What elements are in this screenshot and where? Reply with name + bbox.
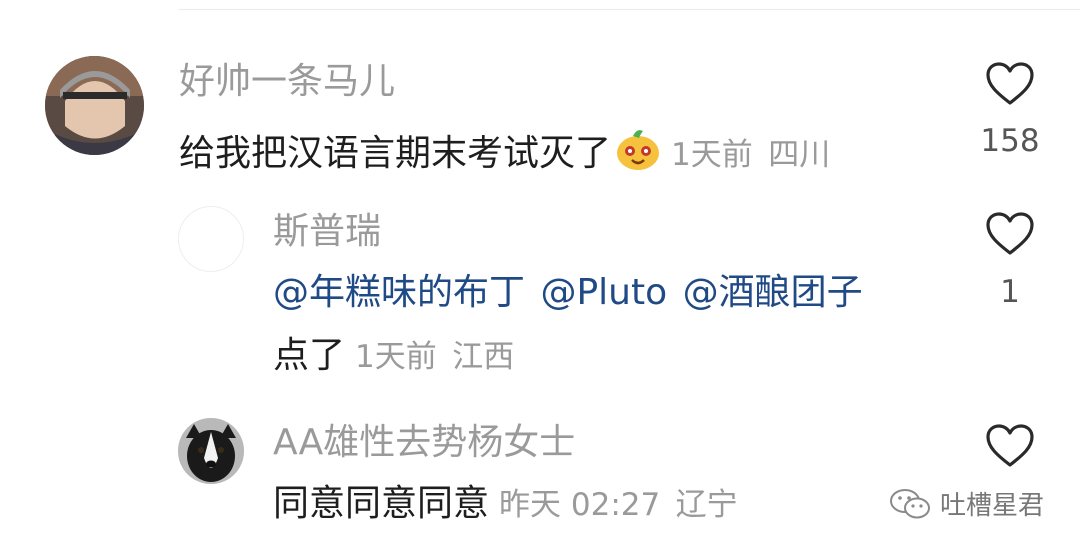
mentions-line: @年糕味的布丁 @Pluto @酒酿团子	[273, 275, 863, 311]
comment-location: 辽宁	[675, 487, 738, 523]
comment-text: 同意同意同意	[273, 483, 490, 524]
divider	[178, 9, 1080, 10]
comment-text: 给我把汉语言期末考试灭了	[179, 133, 612, 174]
comment-location: 江西	[452, 339, 515, 375]
avatar-image	[178, 418, 244, 484]
heart-icon	[986, 62, 1034, 105]
username[interactable]: AA雄性去势杨女士	[273, 425, 575, 461]
comment-text-line: 给我把汉语言期末考试灭了 1天前 四川	[179, 127, 830, 178]
username[interactable]: 好帅一条马儿	[179, 64, 395, 100]
watermark: 吐槽星君	[888, 485, 1044, 522]
mention-link[interactable]: @酒酿团子	[683, 272, 863, 313]
comment-text-line: 点了 1天前 江西	[273, 338, 514, 374]
avatar[interactable]	[178, 206, 244, 272]
comment-location: 四川	[768, 137, 831, 173]
like-button[interactable]	[980, 211, 1040, 257]
like-count: 1	[1000, 274, 1020, 310]
avatar[interactable]	[178, 418, 244, 484]
avatar-image	[45, 56, 144, 155]
heart-icon	[986, 212, 1034, 255]
like-count: 158	[980, 123, 1040, 159]
comment-time: 昨天 02:27	[499, 487, 661, 523]
comment-text: 点了	[273, 335, 346, 376]
like-button[interactable]	[980, 423, 1040, 469]
heart-icon	[986, 424, 1034, 467]
melon-face-emoji	[615, 127, 661, 178]
watermark-text: 吐槽星君	[940, 491, 1045, 521]
wechat-icon	[890, 488, 930, 518]
mention-link[interactable]: @年糕味的布丁	[273, 272, 525, 313]
comment-text-line: 同意同意同意 昨天 02:27 辽宁	[273, 486, 738, 522]
mention-link[interactable]: @Pluto	[540, 272, 667, 313]
comment-time: 1天前	[671, 137, 753, 173]
username[interactable]: 斯普瑞	[273, 214, 381, 250]
comment-time: 1天前	[355, 339, 437, 375]
like-button[interactable]	[980, 61, 1040, 107]
avatar[interactable]	[45, 56, 144, 155]
